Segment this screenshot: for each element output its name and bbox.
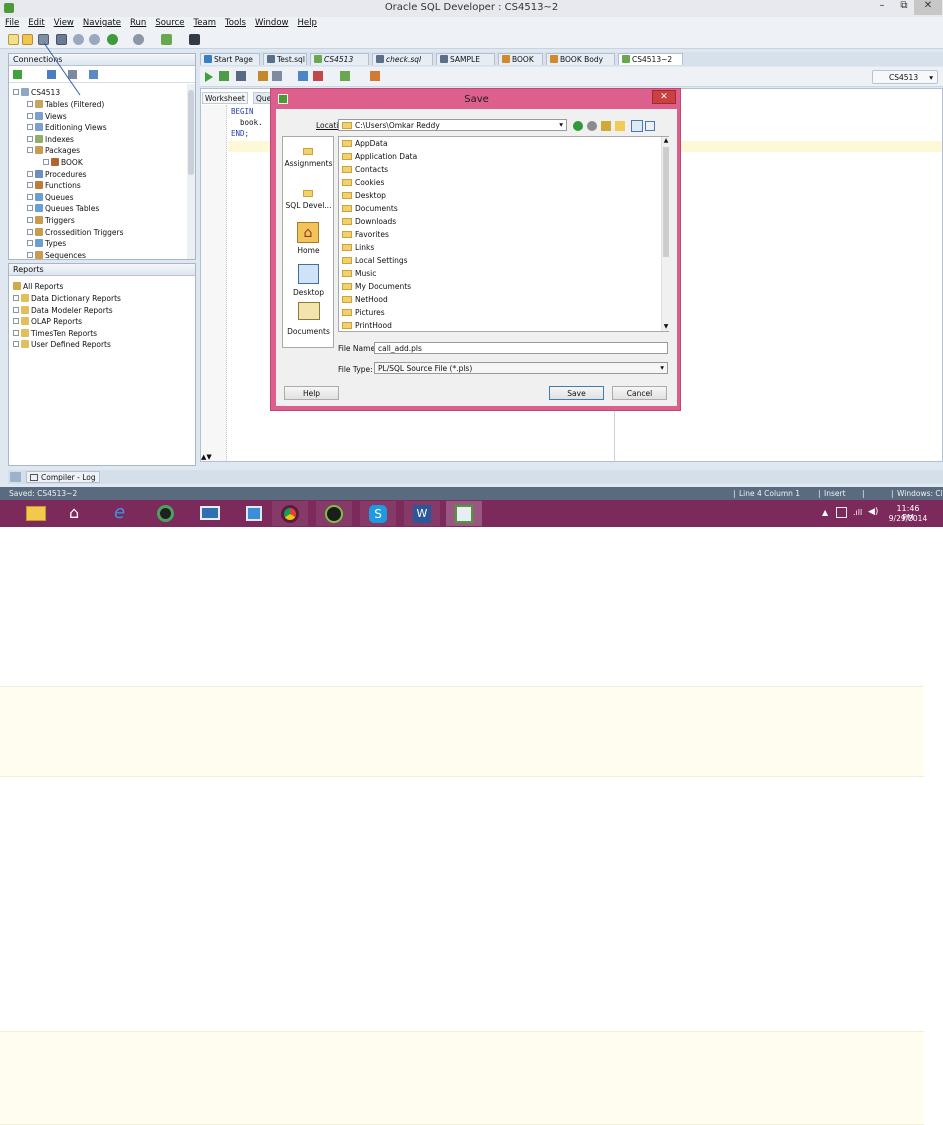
annotation-line [43,42,81,96]
blank-highlight-box-1 [0,686,924,777]
screenshot: Oracle SQL Developer : CS4513~2 – ⧉ ✕ Fi… [0,0,943,527]
blank-highlight-box-2 [0,1031,924,1125]
annotation-line-stroke [43,42,81,96]
